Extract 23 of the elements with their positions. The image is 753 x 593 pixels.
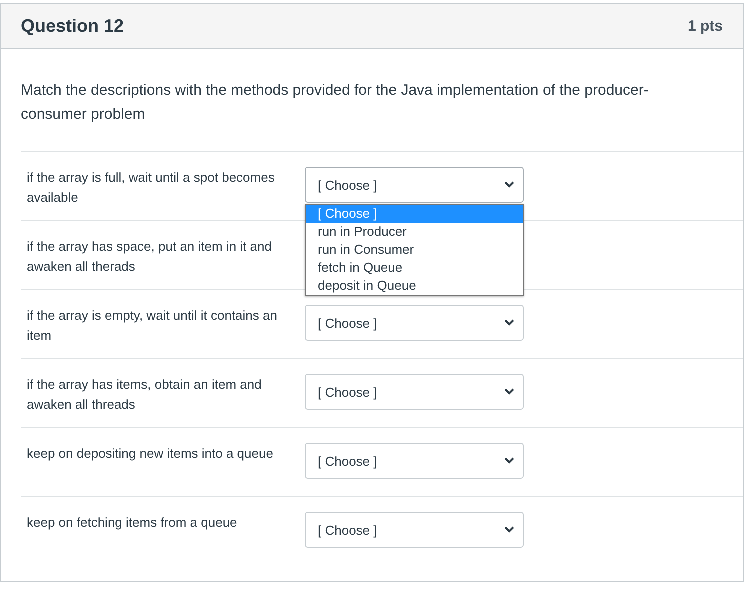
- answer-select[interactable]: [ Choose ]: [305, 167, 524, 203]
- question-prompt: Match the descriptions with the methods provided for the Java implementation of the producer-consumer problem: [21, 81, 650, 125]
- match-description: if the array has items, obtain an item and awaken all threads: [27, 376, 263, 414]
- dropdown-option[interactable]: deposit in Queue: [306, 277, 523, 295]
- answer-select[interactable]: [ Choose ]: [305, 305, 524, 341]
- chevron-down-icon: [504, 457, 515, 465]
- dropdown-option[interactable]: fetch in Queue: [306, 259, 523, 277]
- chevron-down-icon: [504, 181, 515, 189]
- answer-select[interactable]: [ Choose ]: [305, 443, 524, 479]
- answer-select[interactable]: [ Choose ]: [305, 374, 524, 410]
- chevron-down-icon: [504, 388, 515, 396]
- chevron-down-icon: [504, 526, 515, 534]
- dropdown-option[interactable]: run in Producer: [306, 223, 523, 241]
- match-description: keep on fetching items from a queue: [27, 514, 238, 532]
- match-description: if the array is full, wait until a spot becomes available: [27, 169, 276, 207]
- points-label: 1 pts: [688, 18, 723, 34]
- dropdown-option[interactable]: run in Consumer: [306, 241, 523, 259]
- answer-select[interactable]: [ Choose ]: [305, 512, 524, 548]
- chevron-down-icon: [504, 319, 515, 327]
- question-title: Question 12: [21, 16, 124, 36]
- match-description: if the array is empty, wait until it contains an item: [27, 307, 278, 345]
- match-description: keep on depositing new items into a queue: [27, 445, 274, 463]
- match-description: if the array has space, put an item in it and awaken all therads: [27, 238, 273, 276]
